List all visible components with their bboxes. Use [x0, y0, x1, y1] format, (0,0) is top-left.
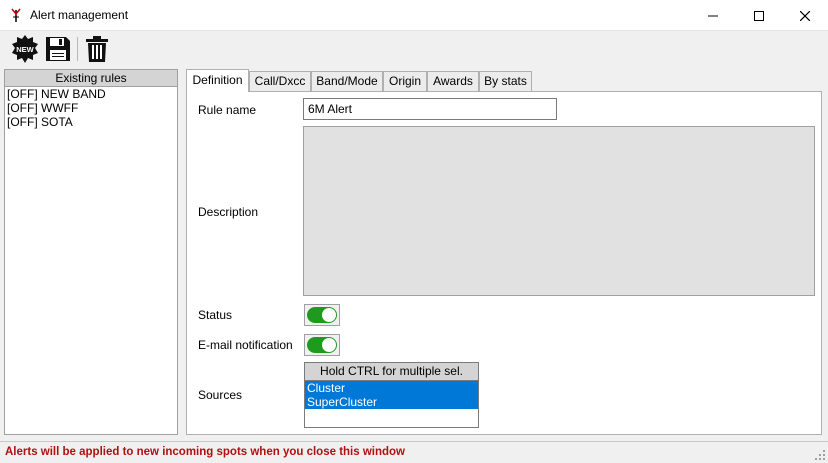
toolbar: NEW [0, 31, 828, 67]
source-item-supercluster[interactable]: SuperCluster [305, 395, 478, 409]
close-icon [800, 10, 810, 21]
rule-item[interactable]: [OFF] WWFF [5, 101, 177, 115]
email-notification-label: E-mail notification [198, 338, 293, 352]
source-item-cluster[interactable]: Cluster [305, 381, 478, 395]
close-button[interactable] [782, 0, 828, 31]
new-rule-button[interactable]: NEW [10, 34, 40, 64]
tab-band-mode[interactable]: Band/Mode [311, 71, 383, 91]
description-label: Description [198, 205, 259, 219]
sources-listbox[interactable]: Hold CTRL for multiple sel. Cluster Supe… [304, 362, 479, 428]
minimize-icon [708, 15, 718, 16]
delete-rule-button[interactable] [82, 34, 112, 64]
status-toggle-knob [322, 308, 336, 322]
tab-origin[interactable]: Origin [383, 71, 427, 91]
new-badge-icon: NEW [12, 35, 38, 63]
email-notification-toggle[interactable] [304, 334, 340, 356]
svg-text:NEW: NEW [16, 45, 34, 54]
status-label: Status [198, 308, 233, 322]
rule-name-label: Rule name [198, 103, 257, 117]
window-title: Alert management [30, 8, 129, 22]
rule-name-input[interactable]: 6M Alert [303, 98, 557, 120]
trash-icon [86, 36, 108, 62]
sources-header: Hold CTRL for multiple sel. [305, 363, 478, 381]
description-textarea[interactable] [303, 126, 815, 296]
title-bar: Alert management [0, 0, 828, 31]
minimize-button[interactable] [690, 0, 736, 31]
tab-by-stats[interactable]: By stats [479, 71, 532, 91]
floppy-disk-icon [46, 37, 70, 61]
maximize-button[interactable] [736, 0, 782, 31]
tab-awards[interactable]: Awards [427, 71, 479, 91]
existing-rules-header: Existing rules [5, 70, 177, 87]
tab-call-dxcc[interactable]: Call/Dxcc [249, 71, 311, 91]
existing-rules-list[interactable]: Existing rules [OFF] NEW BAND [OFF] WWFF… [4, 69, 178, 435]
maximize-icon [754, 10, 764, 21]
status-toggle[interactable] [304, 304, 340, 326]
email-toggle-track [307, 337, 337, 353]
status-message: Alerts will be applied to new incoming s… [5, 446, 405, 458]
save-button[interactable] [43, 34, 73, 64]
tab-definition[interactable]: Definition [186, 69, 249, 92]
status-toggle-track [307, 307, 337, 323]
antenna-app-icon [11, 8, 21, 22]
rule-item[interactable]: [OFF] SOTA [5, 115, 177, 129]
email-toggle-knob [322, 338, 336, 352]
resize-grip-icon[interactable] [815, 450, 825, 460]
definition-panel: Rule name 6M Alert Description Status E-… [186, 91, 822, 435]
status-bar: Alerts will be applied to new incoming s… [0, 441, 828, 463]
toolbar-separator [77, 37, 78, 61]
sources-label: Sources [198, 388, 243, 402]
rule-item[interactable]: [OFF] NEW BAND [5, 87, 177, 101]
